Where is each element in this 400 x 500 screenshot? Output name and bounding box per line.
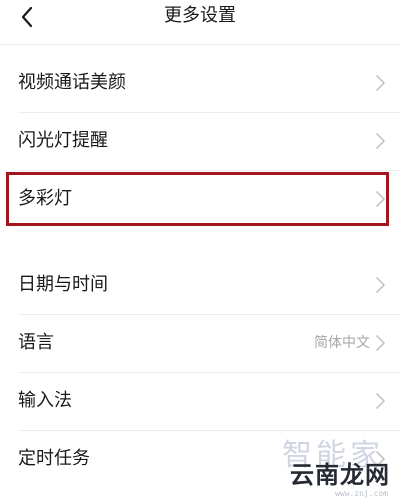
settings-item-scheduled-tasks[interactable]: 定时任务: [0, 430, 400, 488]
settings-item-input-method[interactable]: 输入法: [0, 372, 400, 430]
chevron-right-icon: [376, 133, 385, 149]
settings-item-label: 日期与时间: [18, 274, 108, 295]
back-button[interactable]: [10, 2, 44, 32]
settings-item-colorful-light[interactable]: 多彩灯: [0, 170, 400, 228]
chevron-right-icon: [376, 335, 385, 351]
chevron-right-icon: [376, 277, 385, 293]
settings-item-video-call-beauty[interactable]: 视频通话美颜: [0, 54, 400, 112]
chevron-right-icon: [376, 393, 385, 409]
header-divider: [0, 44, 400, 45]
chevron-right-icon: [376, 451, 385, 467]
settings-item-flash-reminder[interactable]: 闪光灯提醒: [0, 112, 400, 170]
page-title: 更多设置: [164, 5, 236, 26]
language-current-value: 简体中文: [314, 335, 370, 351]
settings-item-label: 定时任务: [18, 448, 90, 469]
section-gap: [0, 234, 400, 256]
settings-item-date-time[interactable]: 日期与时间: [0, 256, 400, 314]
settings-item-label: 视频通话美颜: [18, 72, 126, 93]
top-bar: 更多设置: [0, 0, 400, 38]
settings-item-label: 输入法: [18, 390, 72, 411]
chevron-left-icon: [21, 6, 33, 28]
settings-item-label: 多彩灯: [18, 188, 72, 209]
settings-item-label: 闪光灯提醒: [18, 130, 108, 151]
chevron-right-icon: [376, 191, 385, 207]
settings-item-language[interactable]: 语言 简体中文: [0, 314, 400, 372]
settings-item-label: 语言: [18, 332, 54, 353]
chevron-right-icon: [376, 75, 385, 91]
watermark-url-text: www.znj.com: [335, 489, 388, 498]
settings-screen: 更多设置 视频通话美颜 闪光灯提醒 多彩灯 日期与时间 语言 简体中文 输入法 …: [0, 0, 400, 500]
